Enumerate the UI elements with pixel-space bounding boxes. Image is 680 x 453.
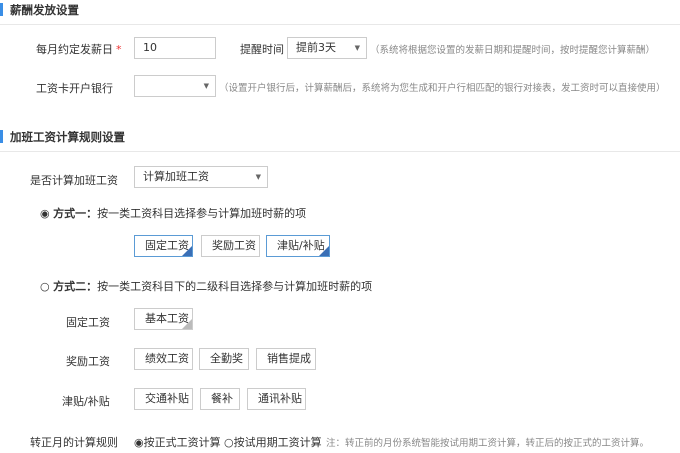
chip-bonus-salary[interactable]: 奖励工资 — [201, 235, 260, 257]
section-divider — [0, 151, 680, 152]
method1-desc: 按一类工资科目选择参与计算加班时薪的项 — [97, 207, 307, 220]
chip-allowance[interactable]: 津贴/补贴 — [266, 235, 330, 257]
bank-hint: （设置开户银行后，计算薪酬后，系统将为您生成和开户行相匹配的银行对接表，发工资时… — [219, 83, 666, 94]
reminder-hint: （系统将根据您设置的发薪日期和提醒时间，按时提醒您计算薪酬） — [370, 45, 656, 56]
reminder-select[interactable]: 提前3天 ▼ — [287, 37, 367, 59]
radio-unchecked-icon: ○ — [40, 280, 50, 293]
bank-label: 工资卡开户银行 — [36, 82, 113, 95]
group-label-fixed: 固定工资 — [66, 316, 110, 329]
calc-overtime-select-value: 计算加班工资 — [143, 170, 209, 183]
probation-option-probation[interactable]: ○按试用期工资计算 — [224, 434, 322, 450]
method2-desc: 按一类工资科目下的二级科目选择参与计算加班时薪的项 — [97, 280, 373, 293]
section-title-salary-payment: 薪酬发放设置 — [0, 2, 79, 18]
payday-label: 每月约定发薪日 * — [36, 43, 122, 56]
chip-transport-allowance[interactable]: 交通补贴 — [134, 388, 193, 410]
probation-option-formal[interactable]: ◉按正式工资计算 — [134, 434, 221, 450]
chevron-down-icon: ▼ — [203, 82, 209, 90]
method1-title: 方式一： — [53, 207, 98, 220]
chip-phone-allowance[interactable]: 通讯补贴 — [247, 388, 306, 410]
section-divider — [0, 24, 680, 25]
group-label-allowance: 津贴/补贴 — [62, 395, 110, 408]
chip-basic-salary[interactable]: 基本工资 — [134, 308, 193, 330]
chip-attendance-bonus[interactable]: 全勤奖 — [199, 348, 249, 370]
method1-radio[interactable]: ◉ 方式一：按一类工资科目选择参与计算加班时薪的项 — [40, 205, 306, 221]
chip-performance-salary[interactable]: 绩效工资 — [134, 348, 193, 370]
chip-fixed-salary[interactable]: 固定工资 — [134, 235, 193, 257]
probation-label: 转正月的计算规则 — [30, 436, 118, 449]
section-title-overtime-rules: 加班工资计算规则设置 — [0, 129, 125, 145]
method2-radio[interactable]: ○ 方式二：按一类工资科目下的二级科目选择参与计算加班时薪的项 — [40, 278, 372, 294]
reminder-label: 提醒时间 — [240, 43, 284, 56]
chevron-down-icon: ▼ — [354, 44, 360, 52]
required-mark: * — [116, 43, 122, 56]
payday-input[interactable]: 10 — [134, 37, 216, 59]
radio-checked-icon: ◉ — [40, 207, 50, 220]
chevron-down-icon: ▼ — [255, 173, 261, 181]
chip-meal-allowance[interactable]: 餐补 — [200, 388, 240, 410]
method2-title: 方式二： — [53, 280, 98, 293]
group-label-bonus: 奖励工资 — [66, 355, 110, 368]
probation-note: 注：转正前的月份系统智能按试用期工资计算，转正后的按正式的工资计算。 — [326, 438, 650, 449]
calc-overtime-label: 是否计算加班工资 — [30, 174, 118, 187]
chip-sales-commission[interactable]: 销售提成 — [256, 348, 316, 370]
reminder-select-value: 提前3天 — [296, 41, 336, 54]
calc-overtime-select[interactable]: 计算加班工资 ▼ — [134, 166, 268, 188]
bank-select[interactable]: ▼ — [134, 75, 216, 97]
